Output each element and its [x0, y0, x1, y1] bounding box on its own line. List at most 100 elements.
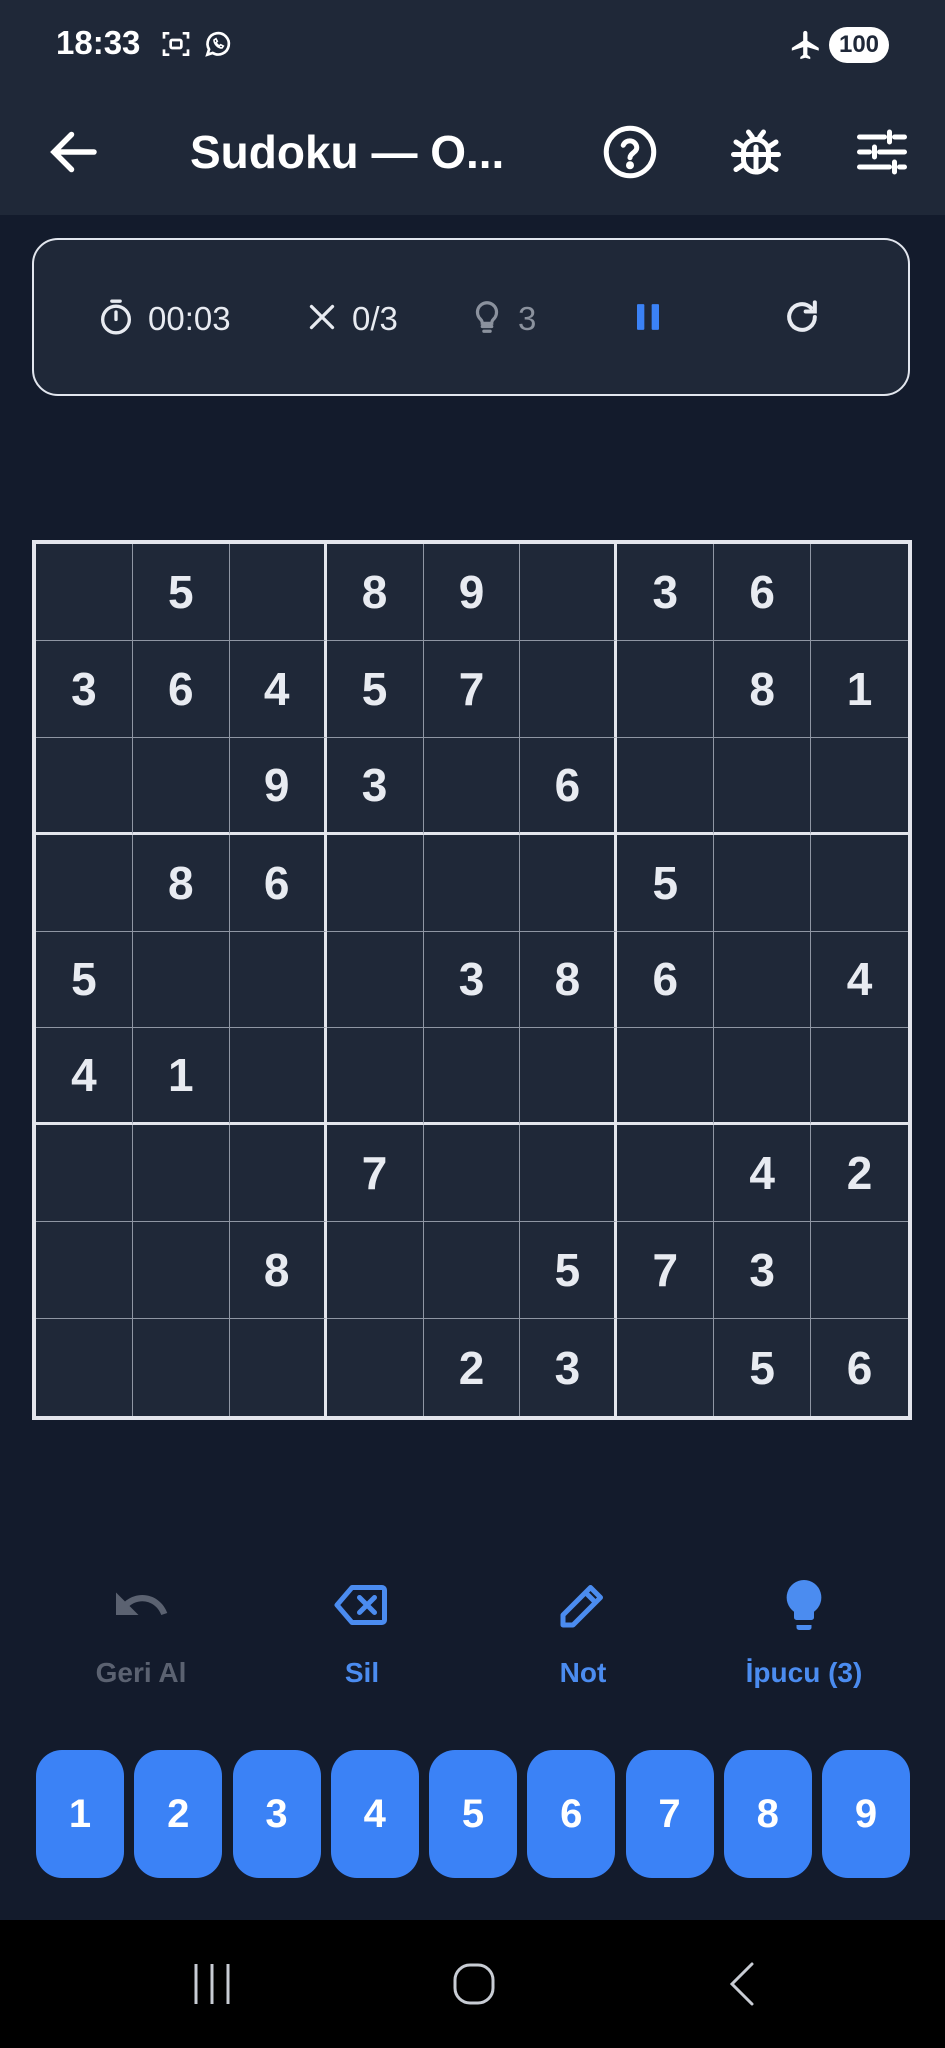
sudoku-cell-r3c8[interactable] — [714, 737, 812, 835]
sudoku-cell-r3c6[interactable]: 6 — [520, 737, 618, 835]
number-key-3[interactable]: 3 — [232, 1750, 321, 1878]
sudoku-cell-r2c4[interactable]: 5 — [326, 640, 424, 738]
sudoku-cell-r3c1[interactable] — [36, 737, 133, 835]
sudoku-cell-r4c7[interactable]: 5 — [617, 834, 715, 932]
sudoku-cell-r5c9[interactable]: 4 — [811, 931, 908, 1029]
sudoku-cell-r6c6[interactable] — [520, 1028, 618, 1126]
number-key-6[interactable]: 6 — [527, 1750, 616, 1878]
number-key-5[interactable]: 5 — [429, 1750, 517, 1878]
sudoku-cell-r8c6[interactable]: 5 — [520, 1222, 618, 1320]
sudoku-cell-r4c1[interactable] — [36, 834, 133, 932]
sudoku-cell-r8c2[interactable] — [132, 1222, 230, 1320]
sudoku-cell-r7c7[interactable] — [617, 1125, 715, 1223]
sudoku-cell-r4c5[interactable] — [423, 834, 521, 932]
sudoku-cell-r8c1[interactable] — [36, 1222, 133, 1320]
sudoku-cell-r7c1[interactable] — [36, 1125, 133, 1223]
sudoku-cell-r2c7[interactable] — [617, 640, 715, 738]
sudoku-cell-r6c7[interactable] — [617, 1028, 715, 1126]
erase-button[interactable]: Sil — [262, 1575, 462, 1705]
help-icon[interactable] — [600, 122, 660, 182]
sudoku-cell-r8c4[interactable] — [326, 1222, 424, 1320]
sudoku-cell-r2c3[interactable]: 4 — [229, 640, 327, 738]
sudoku-cell-r5c3[interactable] — [229, 931, 327, 1029]
sudoku-cell-r5c5[interactable]: 3 — [423, 931, 521, 1029]
sudoku-cell-r9c9[interactable]: 6 — [811, 1319, 908, 1416]
sudoku-cell-r3c7[interactable] — [617, 737, 715, 835]
recent-apps-icon[interactable] — [190, 1960, 234, 2013]
sudoku-cell-r5c1[interactable]: 5 — [36, 931, 133, 1029]
sudoku-cell-r6c1[interactable]: 4 — [36, 1028, 133, 1126]
sudoku-cell-r9c5[interactable]: 2 — [423, 1319, 521, 1416]
back-nav-icon[interactable] — [724, 1960, 760, 2013]
sudoku-cell-r2c9[interactable]: 1 — [811, 640, 908, 738]
number-key-8[interactable]: 8 — [723, 1750, 812, 1878]
sudoku-cell-r4c8[interactable] — [714, 834, 812, 932]
sudoku-cell-r8c5[interactable] — [423, 1222, 521, 1320]
sudoku-cell-r6c3[interactable] — [229, 1028, 327, 1126]
sudoku-cell-r4c9[interactable] — [811, 834, 908, 932]
undo-button[interactable]: Geri Al — [41, 1575, 241, 1705]
sudoku-cell-r7c3[interactable] — [229, 1125, 327, 1223]
sudoku-cell-r3c5[interactable] — [423, 737, 521, 835]
sudoku-cell-r4c6[interactable] — [520, 834, 618, 932]
sudoku-cell-r1c8[interactable]: 6 — [714, 544, 812, 641]
back-arrow-icon[interactable] — [44, 122, 104, 182]
sudoku-cell-r7c9[interactable]: 2 — [811, 1125, 908, 1223]
sudoku-cell-r8c8[interactable]: 3 — [714, 1222, 812, 1320]
sudoku-cell-r8c3[interactable]: 8 — [229, 1222, 327, 1320]
sudoku-cell-r2c5[interactable]: 7 — [423, 640, 521, 738]
sudoku-cell-r8c7[interactable]: 7 — [617, 1222, 715, 1320]
number-key-4[interactable]: 4 — [330, 1750, 419, 1878]
sudoku-cell-r9c8[interactable]: 5 — [714, 1319, 812, 1416]
sudoku-cell-r7c6[interactable] — [520, 1125, 618, 1223]
sudoku-cell-r4c2[interactable]: 8 — [132, 834, 230, 932]
home-icon[interactable] — [452, 1960, 496, 2013]
sudoku-cell-r2c1[interactable]: 3 — [36, 640, 133, 738]
sudoku-cell-r3c3[interactable]: 9 — [229, 737, 327, 835]
sudoku-cell-r1c7[interactable]: 3 — [617, 544, 715, 641]
number-key-7[interactable]: 7 — [625, 1750, 714, 1878]
sudoku-cell-r1c6[interactable] — [520, 544, 618, 641]
sudoku-cell-r7c4[interactable]: 7 — [326, 1125, 424, 1223]
sudoku-cell-r3c4[interactable]: 3 — [326, 737, 424, 835]
sudoku-cell-r2c8[interactable]: 8 — [714, 640, 812, 738]
sudoku-cell-r5c8[interactable] — [714, 931, 812, 1029]
sudoku-cell-r5c4[interactable] — [326, 931, 424, 1029]
sudoku-cell-r9c1[interactable] — [36, 1319, 133, 1416]
sudoku-cell-r8c9[interactable] — [811, 1222, 908, 1320]
sudoku-cell-r2c2[interactable]: 6 — [132, 640, 230, 738]
sudoku-cell-r5c6[interactable]: 8 — [520, 931, 618, 1029]
sudoku-cell-r2c6[interactable] — [520, 640, 618, 738]
sudoku-cell-r3c2[interactable] — [132, 737, 230, 835]
number-key-2[interactable]: 2 — [134, 1750, 223, 1878]
pause-button[interactable] — [626, 295, 670, 343]
sudoku-cell-r4c4[interactable] — [326, 834, 424, 932]
number-key-9[interactable]: 9 — [822, 1750, 910, 1878]
sudoku-cell-r9c3[interactable] — [229, 1319, 327, 1416]
settings-sliders-icon[interactable] — [852, 122, 912, 182]
sudoku-cell-r1c4[interactable]: 8 — [326, 544, 424, 641]
sudoku-cell-r6c4[interactable] — [326, 1028, 424, 1126]
sudoku-cell-r6c9[interactable] — [811, 1028, 908, 1126]
sudoku-cell-r1c5[interactable]: 9 — [423, 544, 521, 641]
sudoku-cell-r6c5[interactable] — [423, 1028, 521, 1126]
sudoku-cell-r1c3[interactable] — [229, 544, 327, 641]
sudoku-cell-r7c5[interactable] — [423, 1125, 521, 1223]
sudoku-cell-r1c9[interactable] — [811, 544, 908, 641]
hint-button[interactable]: İpucu (3) — [704, 1575, 904, 1705]
bug-icon[interactable] — [726, 122, 786, 182]
sudoku-cell-r4c3[interactable]: 6 — [229, 834, 327, 932]
restart-button[interactable] — [780, 295, 824, 343]
sudoku-cell-r7c8[interactable]: 4 — [714, 1125, 812, 1223]
sudoku-cell-r3c9[interactable] — [811, 737, 908, 835]
sudoku-cell-r6c8[interactable] — [714, 1028, 812, 1126]
sudoku-cell-r7c2[interactable] — [132, 1125, 230, 1223]
sudoku-cell-r9c6[interactable]: 3 — [520, 1319, 618, 1416]
sudoku-cell-r9c7[interactable] — [617, 1319, 715, 1416]
sudoku-cell-r9c4[interactable] — [326, 1319, 424, 1416]
sudoku-cell-r5c7[interactable]: 6 — [617, 931, 715, 1029]
number-key-1[interactable]: 1 — [36, 1750, 124, 1878]
note-button[interactable]: Not — [483, 1575, 683, 1705]
sudoku-cell-r6c2[interactable]: 1 — [132, 1028, 230, 1126]
sudoku-cell-r9c2[interactable] — [132, 1319, 230, 1416]
